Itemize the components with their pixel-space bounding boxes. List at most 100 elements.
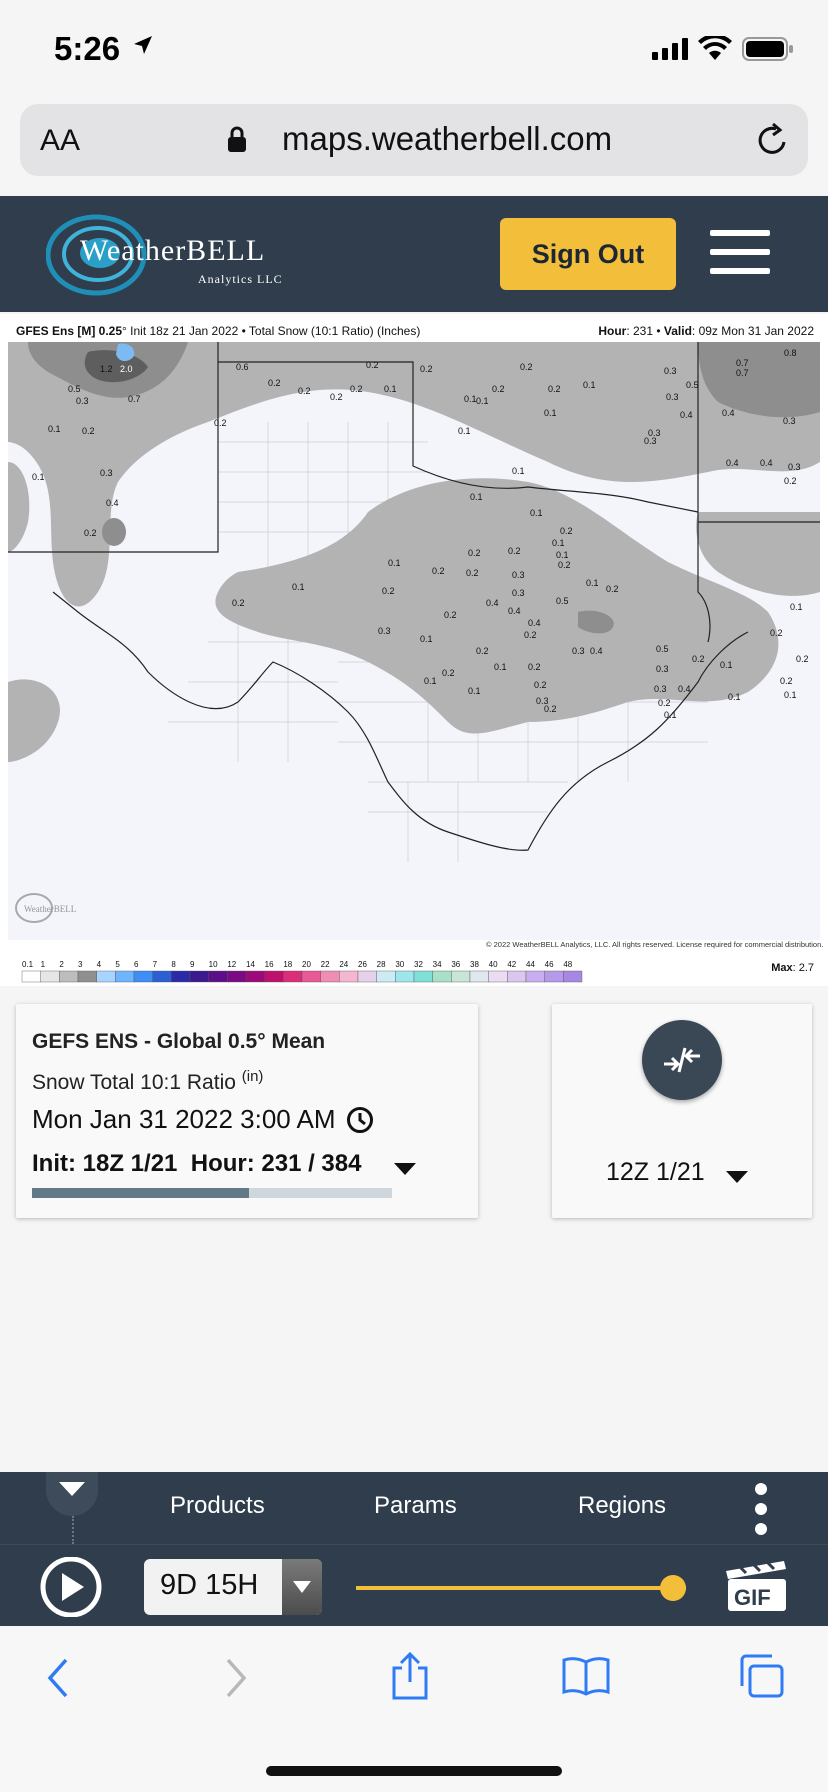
valid-time: Mon Jan 31 2022 3:00 AM — [32, 1104, 336, 1134]
map-value-label: 0.8 — [784, 348, 797, 358]
compare-button[interactable] — [642, 1020, 722, 1100]
map-value-label: 0.4 — [508, 606, 521, 616]
compare-run-card: 12Z 1/21 — [552, 1004, 812, 1218]
map-value-label: 0.1 — [586, 578, 599, 588]
map-value-label: 2.0 — [120, 364, 133, 374]
back-icon[interactable] — [46, 1658, 70, 1703]
more-vertical-icon[interactable] — [752, 1482, 770, 1541]
map-value-label: 0.4 — [680, 410, 693, 420]
weatherbell-logo[interactable]: WeatherBELL Analytics LLC — [46, 210, 296, 300]
collapse-toggle-button[interactable] — [46, 1472, 98, 1516]
map-value-label: 0.1 — [552, 538, 565, 548]
address-bar[interactable]: AA maps.weatherbell.com — [20, 104, 808, 176]
url-text[interactable]: maps.weatherbell.com — [282, 120, 612, 158]
logo-text: WeatherBELL — [80, 234, 266, 267]
run-selector[interactable]: 12Z 1/21 — [606, 1158, 705, 1187]
animation-controls: 9D 15H GIF — [0, 1544, 828, 1626]
caret-down-icon[interactable] — [394, 1162, 416, 1180]
scale-tick-label: 10 — [209, 960, 218, 969]
lock-icon — [228, 126, 246, 157]
scale-tick-label: 26 — [358, 960, 367, 969]
scale-tick-label: 44 — [526, 960, 535, 969]
map-value-label: 0.1 — [556, 550, 569, 560]
scale-swatch — [21, 970, 41, 983]
map-copyright: © 2022 WeatherBELL Analytics, LLC. All r… — [486, 940, 824, 949]
scale-tick-label: 48 — [563, 960, 572, 969]
init-hour-selector[interactable]: Init: 18Z 1/21 Hour: 231 / 384 — [32, 1150, 361, 1178]
scale-swatch — [376, 970, 396, 983]
scale-swatch — [245, 970, 265, 983]
weather-map[interactable]: GFES Ens [M] 0.25° Init 18z 21 Jan 2022 … — [0, 314, 828, 986]
map-value-label: 0.3 — [654, 684, 667, 694]
map-value-label: 0.1 — [664, 710, 677, 720]
dropdown-arrow-icon[interactable] — [282, 1559, 322, 1615]
map-value-label: 0.2 — [534, 680, 547, 690]
color-scale-legend: 0.1 1 2 3 4 5 6 7 8 9 10 12 14 16 18 20 22 24 26 28 30 32 34 36… — [21, 960, 583, 983]
map-value-label: 0.1 — [48, 424, 61, 434]
map-value-label: 0.5 — [656, 644, 669, 654]
map-value-label: 0.2 — [298, 386, 311, 396]
map-value-label: 0.4 — [726, 458, 739, 468]
tabs-icon[interactable] — [738, 1654, 784, 1703]
forward-icon[interactable] — [224, 1658, 248, 1703]
map-value-label: 0.7 — [736, 358, 749, 368]
logo-subtext: Analytics LLC — [198, 272, 283, 286]
map-value-label: 0.1 — [458, 426, 471, 436]
map-value-label: 0.2 — [658, 698, 671, 708]
scale-tick-label: 6 — [134, 960, 139, 969]
hamburger-menu-icon[interactable] — [710, 230, 770, 276]
scale-swatch — [525, 970, 545, 983]
bookmarks-icon[interactable] — [562, 1656, 610, 1701]
scale-tick-label: 16 — [265, 960, 274, 969]
share-icon[interactable] — [390, 1651, 430, 1705]
map-value-label: 0.3 — [378, 626, 391, 636]
scale-tick-label: 20 — [302, 960, 311, 969]
map-value-label: 0.2 — [432, 566, 445, 576]
gif-export-icon[interactable]: GIF — [724, 1559, 790, 1618]
nav-regions[interactable]: Regions — [578, 1492, 666, 1520]
nav-products[interactable]: Products — [170, 1492, 265, 1520]
caret-down-icon[interactable] — [726, 1170, 748, 1188]
map-title: GFES Ens [M] 0.25° Init 18z 21 Jan 2022 … — [16, 324, 421, 338]
scale-swatch — [115, 970, 135, 983]
status-time: 5:26 — [54, 30, 121, 67]
scale-swatch — [152, 970, 172, 983]
scale-swatch — [544, 970, 564, 983]
scale-swatch — [208, 970, 228, 983]
map-value-label: 0.1 — [476, 396, 489, 406]
map-value-label: 0.2 — [268, 378, 281, 388]
map-value-label: 0.5 — [68, 384, 81, 394]
scale-swatch — [357, 970, 377, 983]
model-name: GEFS ENS - Global 0.5° Mean — [32, 1030, 326, 1053]
map-value-label: 0.2 — [82, 426, 95, 436]
map-value-label: 0.1 — [470, 492, 483, 502]
scale-tick-label: 9 — [190, 960, 195, 969]
wifi-icon — [698, 33, 732, 65]
map-value-label: 0.2 — [692, 654, 705, 664]
scale-swatch — [283, 970, 303, 983]
browser-toolbar — [0, 1626, 828, 1792]
text-size-button[interactable]: AA — [40, 124, 80, 158]
scale-tick-label: 32 — [414, 960, 423, 969]
nav-params[interactable]: Params — [374, 1492, 457, 1520]
map-value-label: 0.1 — [384, 384, 397, 394]
map-value-label: 0.7 — [128, 394, 141, 404]
map-value-label: 0.1 — [464, 394, 477, 404]
clock-icon[interactable] — [346, 1106, 374, 1139]
scale-tick-label: 22 — [321, 960, 330, 969]
duration-select[interactable]: 9D 15H — [144, 1559, 322, 1615]
map-value-label: 0.1 — [420, 634, 433, 644]
sign-out-button[interactable]: Sign Out — [500, 218, 676, 290]
map-value-label: 0.7 — [736, 368, 749, 378]
map-value-label: 0.4 — [486, 598, 499, 608]
map-value-label: 0.2 — [382, 586, 395, 596]
reload-icon[interactable] — [756, 122, 790, 163]
time-slider-thumb[interactable] — [660, 1575, 686, 1601]
map-value-label: 0.1 — [512, 466, 525, 476]
time-slider[interactable] — [356, 1575, 686, 1601]
snowfall-map-graphic: 1.2 2.0 0.6 0.5 0.3 0.7 0.1 0.2 0.2 0.1 … — [8, 342, 820, 940]
scale-swatch — [59, 970, 79, 983]
map-value-label: 0.2 — [528, 662, 541, 672]
map-value-label: 0.2 — [780, 676, 793, 686]
play-icon[interactable] — [38, 1556, 104, 1622]
